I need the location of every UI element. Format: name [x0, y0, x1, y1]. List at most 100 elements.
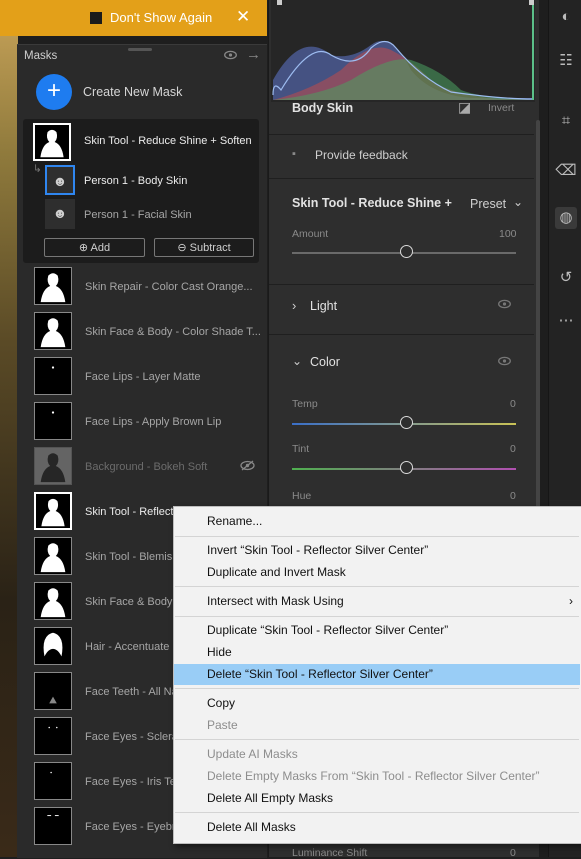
menu-item-rename[interactable]: Rename...: [174, 511, 580, 532]
mask-row-label[interactable]: Face Lips - Layer Matte: [85, 371, 201, 383]
mask-thumbnail[interactable]: [34, 762, 72, 800]
mask-thumbnail[interactable]: [34, 357, 72, 395]
chevron-down-icon[interactable]: ⌄: [292, 354, 302, 368]
chevron-down-icon[interactable]: ⌄: [513, 195, 523, 209]
close-icon[interactable]: ✕: [236, 7, 250, 27]
menu-item-hide[interactable]: Hide: [174, 642, 580, 663]
eye-icon[interactable]: [224, 49, 237, 63]
hidden-eye-icon[interactable]: [240, 460, 255, 474]
mask-row-label[interactable]: Hair - Accentuate: [85, 641, 169, 653]
mask-thumbnail[interactable]: [33, 123, 71, 161]
menu-item-invert[interactable]: Invert “Skin Tool - Reflector Silver Cen…: [174, 540, 580, 561]
menu-item-intersect-label: Intersect with Mask Using: [207, 594, 344, 608]
menu-separator: [175, 688, 579, 689]
mask-thumbnail[interactable]: [34, 627, 72, 665]
feedback-section: ▪ Provide feedback: [269, 134, 534, 179]
panel-grip[interactable]: [128, 48, 152, 51]
mask-row-label[interactable]: Skin Repair - Color Cast Orange...: [85, 281, 253, 293]
invert-icon[interactable]: ◪: [458, 99, 471, 116]
mask-thumbnail[interactable]: [34, 717, 72, 755]
mask-row-label[interactable]: Face Teeth - All Na: [85, 686, 178, 698]
mask-thumbnail[interactable]: [34, 537, 72, 575]
amount-value[interactable]: 100: [499, 228, 517, 240]
mask-row-label[interactable]: Face Eyes - Eyebro: [85, 821, 182, 833]
context-menu: Rename... Invert “Skin Tool - Reflector …: [173, 506, 581, 844]
mask-row-label[interactable]: Skin Face & Body: [85, 596, 172, 608]
subtract-icon: ⊖: [177, 242, 190, 254]
mask-row-label[interactable]: Face Lips - Apply Brown Lip: [85, 416, 221, 428]
mask-thumbnail[interactable]: [34, 267, 72, 305]
light-section[interactable]: › Light: [269, 284, 534, 335]
preset-mask-title: Skin Tool - Reduce Shine +: [292, 196, 452, 210]
mask-thumbnail[interactable]: [34, 582, 72, 620]
mask-row-label[interactable]: Background - Bokeh Soft: [85, 461, 207, 473]
feedback-icon: ▪: [292, 148, 296, 160]
amount-label: Amount: [292, 228, 329, 240]
edit-icon[interactable]: ◐: [555, 6, 577, 28]
eye-icon[interactable]: [498, 299, 511, 312]
mask-label: Skin Tool - Reduce Shine + Soften: [84, 135, 252, 147]
menu-item-delete[interactable]: Delete “Skin Tool - Reflector Silver Cen…: [174, 664, 580, 685]
light-title[interactable]: Light: [310, 299, 337, 313]
eye-icon[interactable]: [498, 356, 511, 369]
body-skin-title: Body Skin: [292, 101, 354, 115]
mask-row-label[interactable]: Face Eyes - Sclera: [85, 731, 178, 743]
chevron-right-icon[interactable]: ›: [292, 298, 296, 313]
temp-slider-knob[interactable]: [400, 416, 413, 429]
mask-thumbnail[interactable]: [34, 312, 72, 350]
mask-thumbnail[interactable]: [34, 447, 72, 485]
preset-dropdown-label[interactable]: Preset: [470, 197, 506, 211]
plus-icon: +: [36, 74, 72, 110]
menu-separator: [175, 586, 579, 587]
people-icon[interactable]: ☻: [45, 199, 75, 229]
luminance-shift-value[interactable]: 0: [510, 847, 516, 859]
mask-row-label[interactable]: Skin Tool - Blemish: [85, 551, 178, 563]
crop-icon[interactable]: ⌗: [555, 110, 577, 132]
people-icon[interactable]: ☻: [45, 165, 75, 195]
invert-label[interactable]: Invert: [488, 102, 514, 114]
hue-label: Hue: [292, 490, 312, 502]
temp-label: Temp: [292, 398, 318, 410]
menu-item-delete-empty-from[interactable]: Delete Empty Masks From “Skin Tool - Ref…: [174, 766, 580, 787]
menu-item-paste[interactable]: Paste: [174, 715, 580, 736]
dont-show-checkbox[interactable]: [90, 12, 102, 24]
subtract-label: Subtract: [189, 242, 231, 254]
menu-item-copy[interactable]: Copy: [174, 693, 580, 714]
menu-item-duplicate[interactable]: Duplicate “Skin Tool - Reflector Silver …: [174, 620, 580, 641]
mask-thumbnail[interactable]: [34, 807, 72, 845]
collapse-arrow-icon[interactable]: →: [246, 46, 261, 63]
menu-item-delete-all-empty[interactable]: Delete All Empty Masks: [174, 788, 580, 809]
temp-value[interactable]: 0: [510, 398, 516, 410]
tint-value[interactable]: 0: [510, 443, 516, 455]
menu-item-duplicate-invert[interactable]: Duplicate and Invert Mask: [174, 562, 580, 583]
mask-thumbnail[interactable]: [34, 672, 72, 710]
hue-value[interactable]: 0: [510, 490, 516, 502]
subtract-button[interactable]: ⊖ Subtract: [154, 238, 254, 257]
branch-icon: ↳: [33, 163, 42, 175]
mask-group-selected[interactable]: Skin Tool - Reduce Shine + Soften ↳ ☻ Pe…: [23, 119, 259, 263]
menu-item-update-ai-masks[interactable]: Update AI Masks: [174, 744, 580, 765]
mask-thumbnail[interactable]: [34, 492, 72, 530]
history-icon[interactable]: ↺: [555, 267, 577, 289]
tint-label: Tint: [292, 443, 310, 455]
provide-feedback-link[interactable]: Provide feedback: [315, 148, 408, 162]
color-title[interactable]: Color: [310, 355, 340, 369]
masking-icon[interactable]: ◍: [555, 207, 577, 229]
add-button[interactable]: ⊕ Add: [44, 238, 145, 257]
tint-slider-knob[interactable]: [400, 461, 413, 474]
dont-show-label: Don't Show Again: [110, 10, 213, 25]
mask-row-label[interactable]: Skin Face & Body - Color Shade T...: [85, 326, 261, 338]
menu-item-intersect[interactable]: Intersect with Mask Using ›: [174, 591, 580, 612]
more-icon[interactable]: ⋯: [555, 310, 577, 332]
amount-slider-knob[interactable]: [400, 245, 413, 258]
mask-row-label[interactable]: Face Eyes - Iris Tex: [85, 776, 181, 788]
photo-canvas: [0, 0, 18, 857]
luminance-shift-label: Luminance Shift: [292, 847, 368, 859]
menu-separator: [175, 536, 579, 537]
menu-separator: [175, 812, 579, 813]
mask-thumbnail[interactable]: [34, 402, 72, 440]
panel-scrollbar[interactable]: [536, 120, 540, 550]
sliders-icon[interactable]: ☷: [555, 50, 577, 72]
menu-item-delete-all[interactable]: Delete All Masks: [174, 817, 580, 838]
eraser-icon[interactable]: ⌫: [555, 160, 577, 182]
